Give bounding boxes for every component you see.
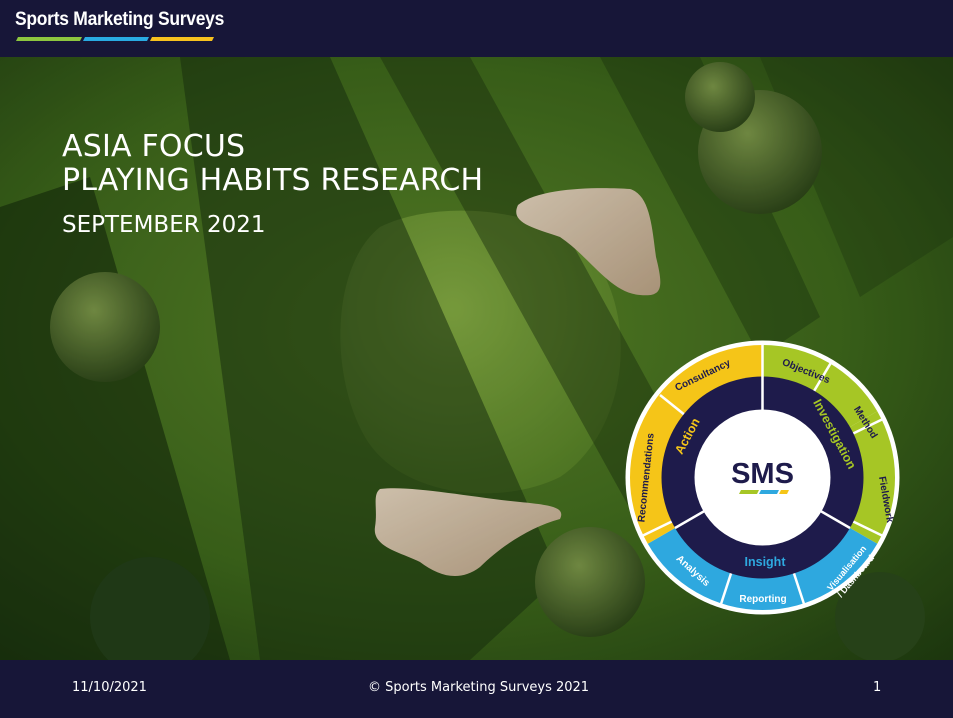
footer-page-number: 1 — [873, 680, 882, 695]
slide-title-line-2: PLAYING HABITS RESEARCH — [62, 163, 484, 198]
segment-reporting: Reporting — [739, 594, 786, 605]
brand-logo-text: Sports Marketing Surveys — [15, 9, 225, 30]
slide-date: SEPTEMBER 2021 — [62, 212, 266, 238]
footer-copyright: © Sports Marketing Surveys 2021 — [368, 680, 590, 695]
title-block: ASIA FOCUS PLAYING HABITS RESEARCH SEPTE… — [62, 129, 484, 239]
brand-stripes — [16, 37, 214, 41]
footer-date: 11/10/2021 — [72, 680, 147, 695]
footer-bar: 11/10/2021 © Sports Marketing Surveys 20… — [0, 660, 953, 718]
header-bar: Sports Marketing Surveys — [0, 0, 953, 57]
sms-process-wheel: SMS Investigation Insight Action Objecti… — [625, 340, 900, 615]
slide-title-line-1: ASIA FOCUS — [62, 129, 246, 164]
phase-insight: Insight — [745, 555, 787, 569]
wheel-center-label: SMS — [731, 458, 794, 490]
